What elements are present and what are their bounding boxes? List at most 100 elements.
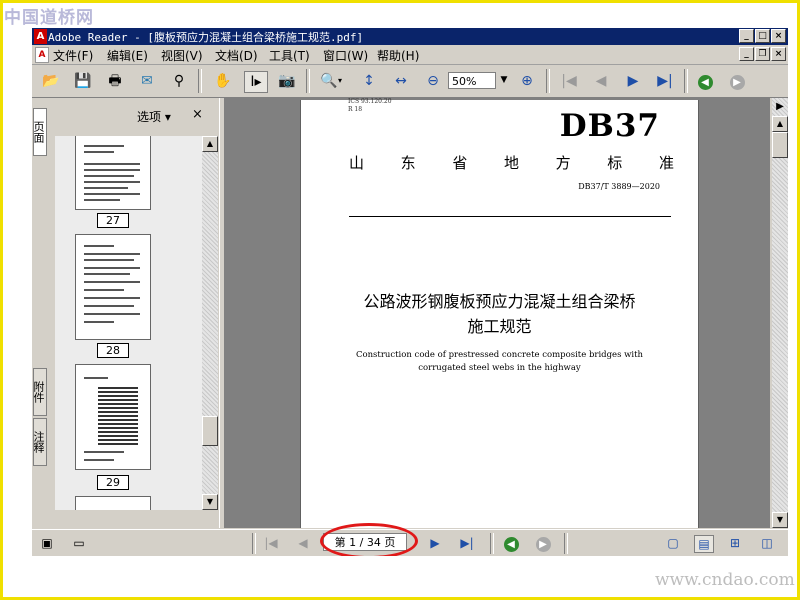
fit-width-icon[interactable]: ↔ — [390, 71, 412, 91]
ics-code: ICS 93.120.20 — [348, 98, 392, 105]
status-first-page-icon[interactable]: |◀ — [262, 535, 280, 551]
document-title-line2: 施工规范 — [467, 317, 532, 336]
toolbar-expand-icon[interactable]: ▶ — [773, 100, 787, 114]
fit-page-icon[interactable]: ↕ — [358, 71, 380, 91]
standard-char: 省 — [452, 154, 468, 172]
navigation-tabs: 页面 附件 注释 — [32, 98, 48, 528]
english-title: Construction code of prestressed concret… — [355, 350, 644, 373]
pane-toggle-icon[interactable]: ▭ — [70, 535, 88, 551]
tab-pages[interactable]: 页面 — [32, 108, 47, 156]
last-page-icon[interactable]: ▶| — [654, 71, 676, 91]
document-scrollbar[interactable]: ▲ ▼ — [772, 98, 788, 528]
doc-restore-button[interactable]: ❐ — [755, 47, 770, 61]
panel-header: 选项 ▾ × — [49, 98, 219, 126]
document-area[interactable]: ICS 93.120.20 R 18 DB37 山 东 省 地 方 标 准 DB… — [225, 98, 770, 528]
standard-char: 山 — [349, 154, 365, 172]
page-label-27: 27 — [97, 213, 129, 228]
document-title-line1: 公路波形钢腹板预应力混凝土组合梁桥 — [363, 292, 636, 311]
minimize-button[interactable]: _ — [739, 29, 754, 43]
watermark-bottom: www.cndao.com — [655, 570, 795, 590]
continuous-facing-icon[interactable]: ⊞ — [726, 535, 744, 551]
ccs-code: R 18 — [348, 106, 363, 113]
menu-file[interactable]: 文件(F) — [53, 47, 93, 64]
standard-number: DB37/T 3889—2020 — [578, 182, 660, 191]
window-title: Adobe Reader - [腹板预应力混凝土组合梁桥施工规范.pdf] — [48, 31, 364, 44]
doc-close-button[interactable]: × — [771, 47, 786, 61]
zoom-in-icon[interactable]: ⊕ — [516, 71, 538, 91]
next-page-icon[interactable]: ▶ — [622, 71, 644, 91]
menu-edit[interactable]: 编辑(E) — [107, 47, 148, 64]
doc-minimize-button[interactable]: _ — [739, 47, 754, 61]
page-thumbnail-29[interactable] — [75, 364, 151, 470]
document-icon[interactable]: A — [35, 47, 49, 63]
status-previous-page-icon[interactable]: ◀ — [294, 535, 312, 551]
page-thumbnail-30[interactable] — [75, 496, 151, 510]
open-folder-icon[interactable]: 📂 — [40, 71, 62, 91]
watermark-top: 中国道桥网 — [4, 8, 94, 28]
email-icon[interactable]: ✉ — [136, 71, 158, 91]
previous-page-icon[interactable]: ◀ — [590, 71, 612, 91]
status-last-page-icon[interactable]: ▶| — [458, 535, 476, 551]
status-separator — [252, 533, 256, 554]
scroll-up-icon[interactable]: ▲ — [202, 136, 218, 152]
pdf-page: ICS 93.120.20 R 18 DB37 山 东 省 地 方 标 准 DB… — [300, 98, 699, 528]
status-go-back-icon[interactable]: ◀ — [502, 535, 520, 552]
save-icon[interactable]: 💾 — [72, 71, 94, 91]
tab-attachments[interactable]: 附件 — [32, 368, 47, 416]
status-bar: ▣ ▭ |◀ ◀ 第 1 / 34 页 ▶ ▶| ◀ ▶ ▢ ▤ ⊞ ◫ — [32, 523, 788, 556]
adobe-reader-icon: A — [34, 29, 47, 44]
page-thumbnail-27[interactable] — [75, 136, 151, 210]
tab-comments[interactable]: 注释 — [32, 418, 47, 466]
facing-icon[interactable]: ◫ — [758, 535, 776, 551]
highlight-ellipse — [320, 523, 418, 556]
search-binoculars-icon[interactable]: ⚲ — [168, 71, 190, 91]
menu-tools[interactable]: 工具(T) — [269, 47, 310, 64]
go-forward-icon[interactable]: ▶ — [726, 71, 748, 91]
status-go-forward-icon[interactable]: ▶ — [534, 535, 552, 552]
select-text-icon[interactable]: I▸ — [244, 71, 268, 93]
options-menu[interactable]: 选项 ▾ — [137, 108, 171, 125]
hand-tool-icon[interactable]: ✋ — [212, 71, 234, 91]
thumbnail-scrollbar[interactable]: ▲ ▼ — [202, 136, 218, 510]
doc-scroll-down-icon[interactable]: ▼ — [772, 512, 788, 528]
menu-help[interactable]: 帮助(H) — [377, 47, 419, 64]
menu-view[interactable]: 视图(V) — [161, 47, 203, 64]
zoom-level-field[interactable]: 50% — [448, 72, 496, 89]
zoom-out-icon[interactable]: ⊖ — [422, 71, 444, 91]
page-label-29: 29 — [97, 475, 129, 490]
page-size-icon[interactable]: ▣ — [38, 535, 56, 551]
zoom-tool-dropdown-icon[interactable]: ▾ — [335, 71, 345, 91]
close-button[interactable]: × — [771, 29, 786, 43]
thumbnail-list: 27 28 29 — [55, 136, 202, 510]
continuous-icon[interactable]: ▤ — [694, 535, 714, 553]
doc-scroll-up-icon[interactable]: ▲ — [772, 116, 788, 132]
standard-char: 地 — [503, 154, 519, 172]
scroll-down-icon[interactable]: ▼ — [202, 494, 218, 510]
print-icon[interactable]: 🖶 — [104, 71, 126, 91]
maximize-button[interactable]: □ — [755, 29, 770, 43]
panel-close-icon[interactable]: × — [192, 107, 203, 122]
status-next-page-icon[interactable]: ▶ — [426, 535, 444, 551]
status-separator — [564, 533, 568, 554]
menu-window[interactable]: 窗口(W) — [323, 47, 368, 64]
page-label-28: 28 — [97, 343, 129, 358]
go-back-icon[interactable]: ◀ — [694, 71, 716, 91]
first-page-icon[interactable]: |◀ — [558, 71, 580, 91]
page-thumbnail-28[interactable] — [75, 234, 151, 340]
standard-char: 方 — [555, 154, 571, 172]
menu-document[interactable]: 文档(D) — [215, 47, 258, 64]
snapshot-camera-icon[interactable]: 📷 — [276, 71, 298, 91]
standard-type: 山 东 省 地 方 标 准 — [349, 152, 674, 173]
toolbar-separator — [306, 69, 310, 93]
header-rule — [349, 216, 671, 217]
reader-window: A Adobe Reader - [腹板预应力混凝土组合梁桥施工规范.pdf] … — [32, 28, 788, 556]
single-page-icon[interactable]: ▢ — [664, 535, 682, 551]
toolbar-separator — [546, 69, 550, 93]
toolbar-separator — [684, 69, 688, 93]
toolbar: 📂 💾 🖶 ✉ ⚲ ✋ I▸ 📷 🔍 ▾ ↕ ↔ ⊖ 50% ▼ ⊕ |◀ ◀ … — [32, 65, 788, 98]
doc-scroll-thumb[interactable] — [772, 132, 788, 158]
scroll-thumb[interactable] — [202, 416, 218, 446]
zoom-dropdown-icon[interactable]: ▼ — [498, 72, 510, 89]
title-bar[interactable]: A Adobe Reader - [腹板预应力混凝土组合梁桥施工规范.pdf] … — [32, 28, 788, 45]
standard-char: 标 — [607, 154, 623, 172]
